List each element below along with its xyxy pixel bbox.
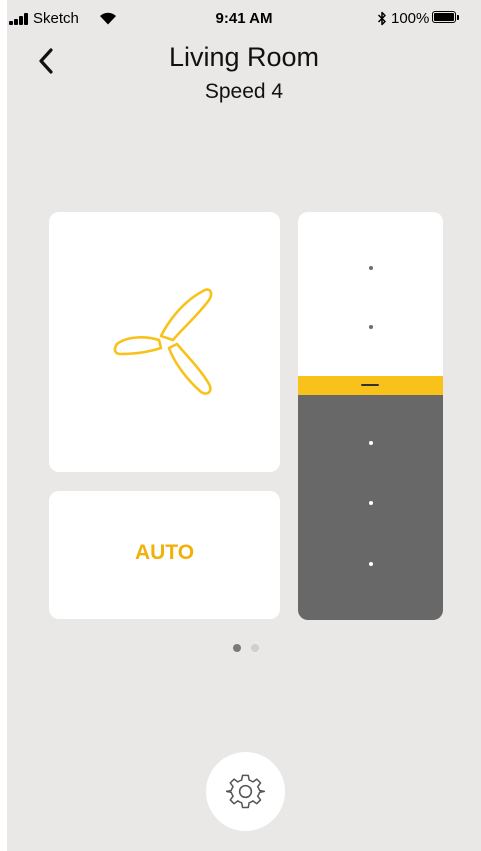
fan-blades-icon [113,288,213,395]
handle-grip-icon [361,384,379,386]
bluetooth-icon [377,11,386,26]
screen: Sketch 9:41 AM 100% Living Room Speed 4 [7,0,481,851]
speed-level-4[interactable] [369,325,373,329]
page-dot-2[interactable] [251,644,259,652]
battery-percent: 100% [391,10,430,27]
auto-mode-button[interactable]: AUTO [49,491,280,619]
page-dot-1[interactable] [233,644,241,652]
speed-subtitle: Speed 4 [204,80,284,103]
speed-level-3[interactable] [369,441,373,445]
settings-button[interactable] [206,752,285,831]
speed-slider-handle[interactable] [298,376,443,395]
battery-tip [457,15,459,20]
page-indicator [7,644,481,652]
speed-level-2[interactable] [369,501,373,505]
speed-level-1[interactable] [369,562,373,566]
gear-icon [226,774,265,809]
speed-level-5[interactable] [369,266,373,270]
page-title: Living Room [168,42,320,72]
speed-slider-fill [298,394,443,620]
speed-slider[interactable] [298,212,443,620]
battery-icon [432,11,456,23]
status-bar: Sketch 9:41 AM 100% [7,0,481,38]
fan-power-card[interactable] [49,212,280,472]
auto-label: AUTO [134,541,195,564]
